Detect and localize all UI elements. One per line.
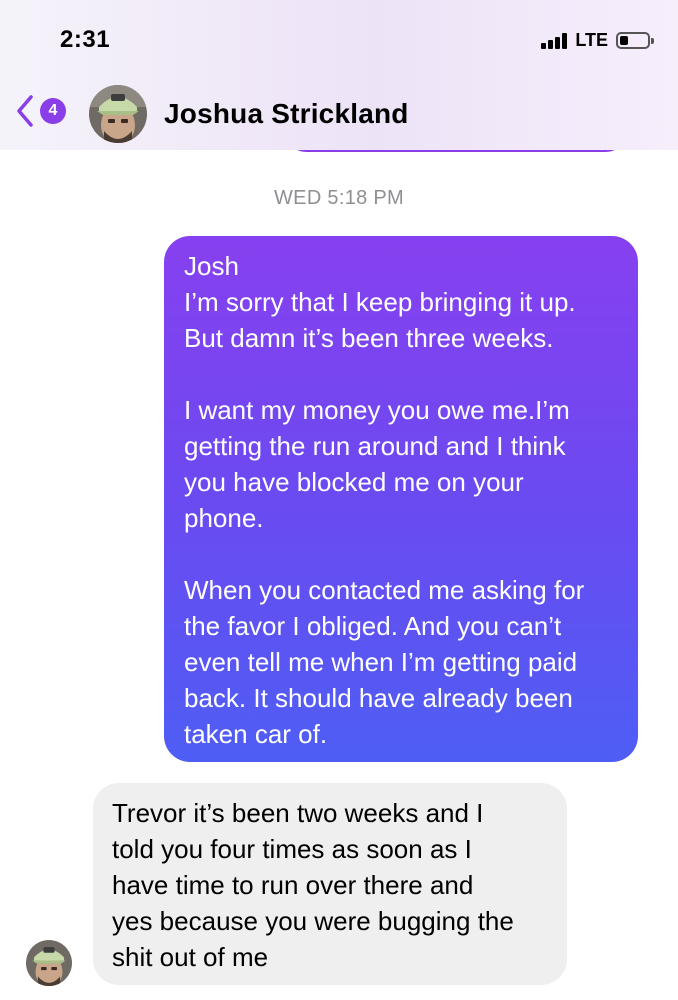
message-line: When you contacted me asking for bbox=[184, 575, 585, 605]
message-line: have time to run over there and bbox=[112, 870, 474, 900]
battery-icon bbox=[616, 32, 654, 49]
message-timestamp: WED 5:18 PM bbox=[274, 187, 404, 209]
message-line: Trevor it’s been two weeks and I bbox=[112, 798, 484, 828]
unread-badge: 4 bbox=[40, 98, 66, 124]
status-indicators: LTE bbox=[541, 30, 654, 51]
avatar[interactable] bbox=[89, 85, 147, 143]
network-type: LTE bbox=[575, 30, 608, 50]
message-line: I want my money you owe me.I’m bbox=[184, 395, 570, 425]
sender-avatar[interactable] bbox=[26, 940, 72, 986]
message-line: phone. bbox=[184, 503, 264, 533]
message-line: yes because you were bugging the bbox=[112, 906, 514, 936]
signal-icon bbox=[541, 32, 568, 49]
chevron-left-icon bbox=[17, 95, 33, 127]
message-line: shit out of me bbox=[112, 942, 269, 972]
message-line: Josh bbox=[184, 251, 239, 281]
message-line: told you four times as soon as I bbox=[112, 834, 472, 864]
message-line: But damn it’s been three weeks. bbox=[184, 323, 554, 353]
received-message-bubble[interactable]: Trevor it’s been two weeks and I told yo… bbox=[93, 783, 567, 985]
message-line: back. It should have already been bbox=[184, 683, 573, 713]
message-line: taken car of. bbox=[184, 719, 328, 749]
message-line: I’m sorry that I keep bringing it up. bbox=[184, 287, 576, 317]
message-line bbox=[184, 536, 620, 572]
message-line bbox=[184, 356, 620, 392]
sent-message-bubble[interactable]: Josh I’m sorry that I keep bringing it u… bbox=[164, 236, 638, 762]
message-line: even tell me when I’m getting paid bbox=[184, 647, 578, 677]
conversation-header: 2:31 LTE 4 Joshua Strickland bbox=[0, 0, 678, 150]
battery-level bbox=[620, 36, 628, 45]
status-time: 2:31 bbox=[60, 26, 111, 53]
message-line: you have blocked me on your bbox=[184, 467, 524, 497]
back-button[interactable]: 4 bbox=[16, 94, 66, 128]
message-line: getting the run around and I think bbox=[184, 431, 566, 461]
message-line: the favor I obliged. And you can’t bbox=[184, 611, 562, 641]
contact-name[interactable]: Joshua Strickland bbox=[164, 98, 409, 130]
